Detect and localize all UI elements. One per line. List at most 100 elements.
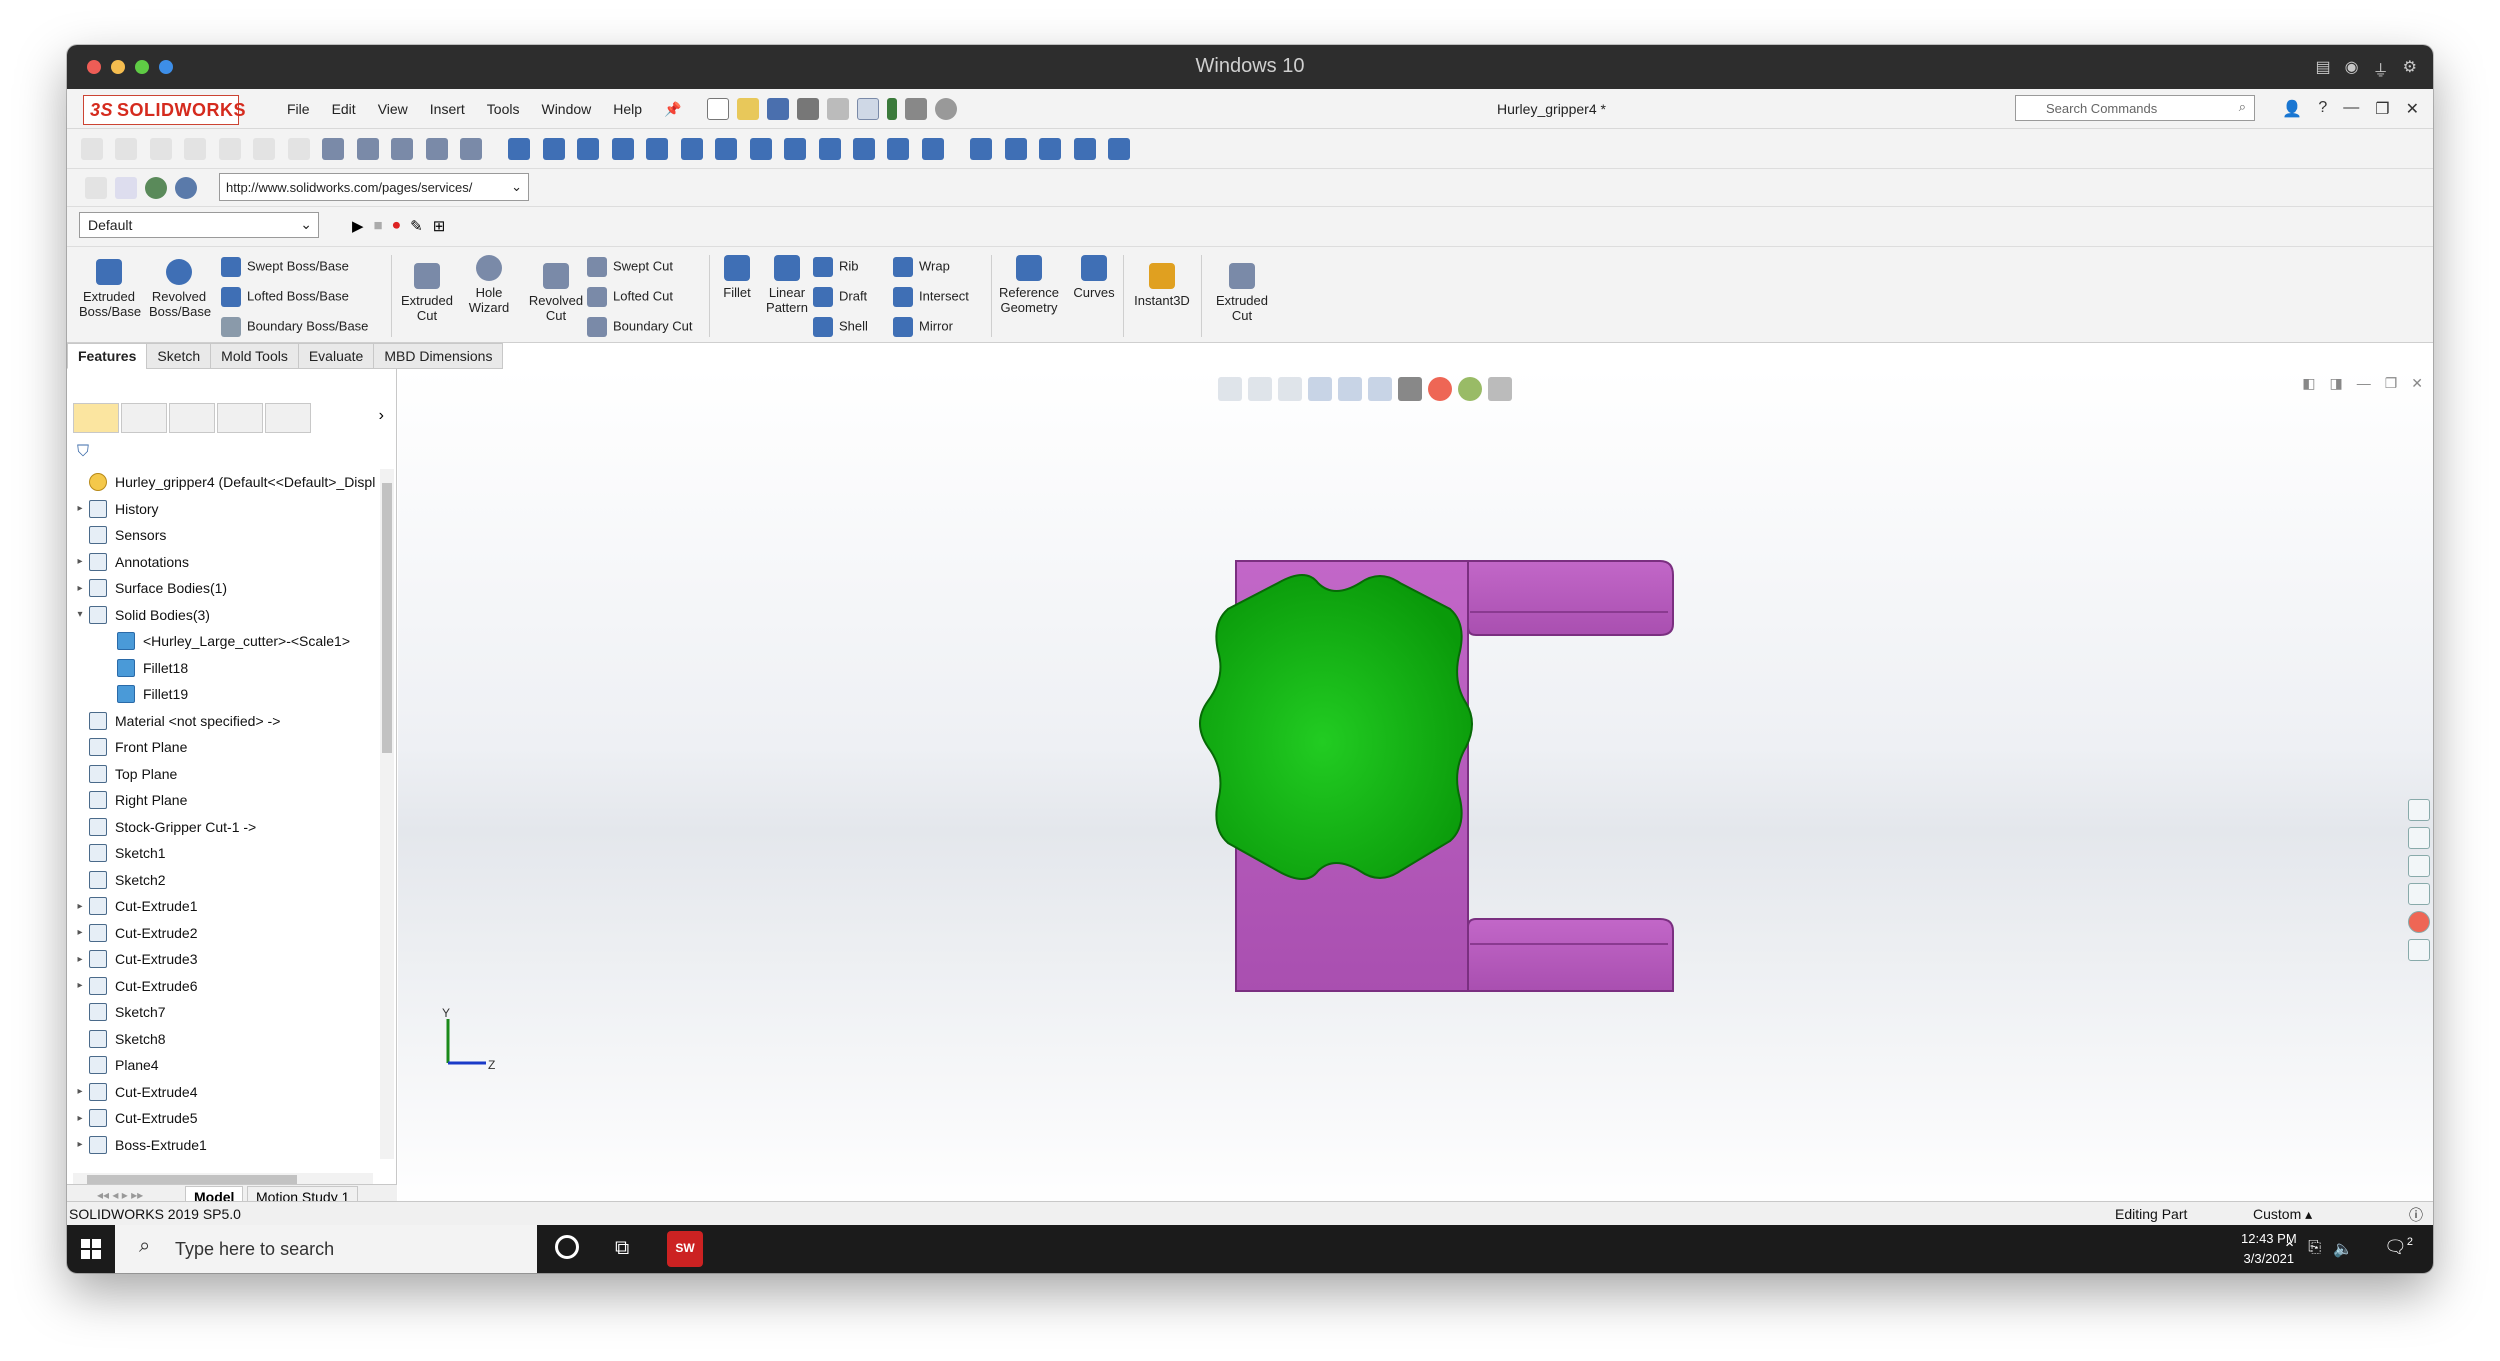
save-icon[interactable] bbox=[767, 98, 789, 120]
menu-insert[interactable]: Insert bbox=[430, 101, 465, 118]
mirror-button[interactable]: Mirror bbox=[893, 317, 953, 337]
record-icon[interactable]: ◉ bbox=[2345, 57, 2359, 81]
lofted-boss-button[interactable]: Lofted Boss/Base bbox=[221, 287, 349, 307]
search-commands-input[interactable]: Search Commands ⌕ bbox=[2015, 95, 2255, 121]
expand-arrow-icon[interactable]: ▸ bbox=[71, 1113, 89, 1124]
tab-mold-tools[interactable]: Mold Tools bbox=[210, 343, 299, 369]
file-properties-icon[interactable] bbox=[905, 98, 927, 120]
new-document-icon[interactable] bbox=[707, 98, 729, 120]
edit-macro-icon[interactable]: ✎ bbox=[410, 217, 423, 235]
toolbar-icon[interactable] bbox=[887, 138, 910, 160]
property-manager-tab-icon[interactable] bbox=[121, 403, 167, 433]
expand-arrow-icon[interactable]: ▸ bbox=[71, 503, 89, 514]
tree-item[interactable]: Sketch1 bbox=[71, 840, 381, 867]
curves-button[interactable]: Curves bbox=[1069, 255, 1119, 300]
select-arrow-icon[interactable] bbox=[857, 98, 879, 120]
tree-item[interactable]: Sketch2 bbox=[71, 867, 381, 894]
undo-icon[interactable] bbox=[827, 98, 849, 120]
toolbar-icon[interactable] bbox=[253, 138, 276, 160]
hole-wizard-button[interactable]: Hole Wizard bbox=[459, 255, 519, 315]
close-icon[interactable]: ✕ bbox=[2406, 99, 2419, 119]
menu-file[interactable]: File bbox=[287, 101, 310, 118]
gear-icon[interactable]: ⚙ bbox=[2403, 57, 2417, 81]
pin-icon[interactable]: 📌 bbox=[664, 101, 681, 118]
toolbar-icon[interactable] bbox=[542, 138, 565, 160]
tree-item[interactable]: Sensors bbox=[71, 522, 381, 549]
design-library-icon[interactable] bbox=[2408, 827, 2430, 849]
menu-window[interactable]: Window bbox=[541, 101, 591, 118]
help-icon[interactable]: ? bbox=[2318, 99, 2327, 119]
swept-boss-button[interactable]: Swept Boss/Base bbox=[221, 257, 349, 277]
toolbar-icon[interactable] bbox=[715, 138, 738, 160]
toolbar-icon[interactable] bbox=[1039, 138, 1062, 160]
configuration-select[interactable]: Default ⌄ bbox=[79, 212, 319, 238]
notification-center-icon[interactable]: 🗨2 bbox=[2384, 1236, 2413, 1258]
url-input[interactable]: http://www.solidworks.com/pages/services… bbox=[219, 173, 529, 201]
toolbar-icon[interactable] bbox=[115, 138, 138, 160]
tree-item[interactable]: Hurley_gripper4 (Default<<Default>_Displ bbox=[71, 469, 381, 496]
model-view[interactable]: Y Z bbox=[398, 369, 2433, 1209]
toolbar-icon[interactable] bbox=[149, 138, 172, 160]
tree-scrollbar[interactable] bbox=[380, 469, 394, 1159]
rebuild-icon[interactable] bbox=[887, 98, 897, 120]
toolbar-icon[interactable] bbox=[577, 138, 600, 160]
tree-item[interactable]: ▸ Cut-Extrude6 bbox=[71, 973, 381, 1000]
expand-arrow-icon[interactable]: ▸ bbox=[71, 980, 89, 991]
toolbar-icon[interactable] bbox=[646, 138, 669, 160]
toolbar-icon[interactable] bbox=[852, 138, 875, 160]
cortana-icon[interactable] bbox=[555, 1235, 579, 1259]
extruded-boss-button[interactable]: Extruded Boss/Base bbox=[79, 259, 141, 319]
file-explorer-icon[interactable] bbox=[2408, 855, 2430, 877]
toolbar-icon[interactable] bbox=[921, 138, 944, 160]
menu-tools[interactable]: Tools bbox=[487, 101, 520, 118]
toolbar-icon[interactable] bbox=[784, 138, 807, 160]
tree-item[interactable]: ▾ Solid Bodies(3) bbox=[71, 602, 381, 629]
toolbar-icon[interactable] bbox=[322, 138, 345, 160]
solidworks-logo[interactable]: 3S SOLIDWORKS bbox=[83, 95, 246, 125]
toolbar-icon[interactable] bbox=[81, 138, 103, 160]
toolbar-icon[interactable] bbox=[508, 138, 531, 160]
document-icon[interactable] bbox=[115, 177, 137, 199]
tree-item[interactable]: Material <not specified> -> bbox=[71, 708, 381, 735]
globe-icon[interactable] bbox=[175, 177, 197, 199]
lofted-cut-button[interactable]: Lofted Cut bbox=[587, 287, 673, 307]
rib-button[interactable]: Rib bbox=[813, 257, 859, 277]
expand-arrow-icon[interactable]: ▸ bbox=[71, 1086, 89, 1097]
tab-features[interactable]: Features bbox=[67, 343, 148, 369]
cutter-part[interactable] bbox=[1199, 574, 1473, 880]
tree-item[interactable]: ▸ Boss-Extrude1 bbox=[71, 1132, 381, 1159]
tree-item[interactable]: ▸ Cut-Extrude2 bbox=[71, 920, 381, 947]
tree-item[interactable]: Top Plane bbox=[71, 761, 381, 788]
expand-arrow-icon[interactable]: ▸ bbox=[71, 1139, 89, 1150]
configuration-manager-tab-icon[interactable] bbox=[169, 403, 215, 433]
toolbar-icon[interactable] bbox=[749, 138, 772, 160]
tree-item[interactable]: Sketch7 bbox=[71, 999, 381, 1026]
tab-sketch[interactable]: Sketch bbox=[146, 343, 212, 369]
status-help-icon[interactable]: ⓘ bbox=[2409, 1205, 2423, 1225]
tree-item[interactable]: ▸ Cut-Extrude5 bbox=[71, 1105, 381, 1132]
shell-button[interactable]: Shell bbox=[813, 317, 868, 337]
nav-arrows[interactable]: ◂◂ ◂ ▸ ▸▸ bbox=[97, 1188, 143, 1202]
revolved-boss-button[interactable]: Revolved Boss/Base bbox=[149, 259, 211, 319]
new-macro-icon[interactable]: ⊞ bbox=[433, 217, 446, 235]
tree-item[interactable]: ▸ Annotations bbox=[71, 549, 381, 576]
stop-icon[interactable]: ■ bbox=[374, 217, 383, 235]
tree-item[interactable]: Right Plane bbox=[71, 787, 381, 814]
windows-start-icon[interactable] bbox=[81, 1239, 101, 1259]
appearances-icon[interactable] bbox=[2408, 911, 2430, 933]
intersect-button[interactable]: Intersect bbox=[893, 287, 969, 307]
taskbar-search-input[interactable]: ⌕ Type here to search bbox=[115, 1225, 537, 1273]
toolbar-icon[interactable] bbox=[459, 138, 482, 160]
tree-item[interactable]: ▸ Surface Bodies(1) bbox=[71, 575, 381, 602]
revolved-cut-button[interactable]: Revolved Cut bbox=[523, 263, 589, 323]
tree-item[interactable]: Stock-Gripper Cut-1 -> bbox=[71, 814, 381, 841]
chevron-right-icon[interactable]: › bbox=[379, 407, 384, 425]
toolbar-icon[interactable] bbox=[391, 138, 414, 160]
tree-item[interactable]: <Hurley_Large_cutter>-<Scale1> bbox=[71, 628, 381, 655]
dimxpert-tab-icon[interactable] bbox=[217, 403, 263, 433]
toolbar-icon[interactable] bbox=[1073, 138, 1096, 160]
home-icon[interactable] bbox=[2408, 799, 2430, 821]
units-selector[interactable]: Custom ▴ bbox=[2253, 1206, 2312, 1223]
scroll-thumb[interactable] bbox=[382, 483, 392, 753]
expand-arrow-icon[interactable]: ▸ bbox=[71, 556, 89, 567]
